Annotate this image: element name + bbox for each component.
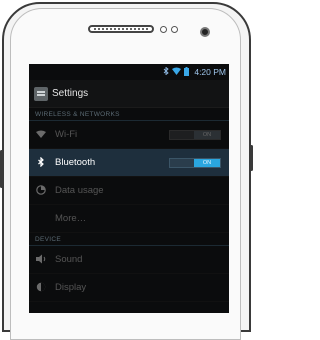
brightness-icon <box>35 282 47 294</box>
settings-item-label: Display <box>55 282 87 293</box>
page-title: Settings <box>52 88 89 99</box>
volume-button[interactable] <box>0 150 3 188</box>
pie-icon <box>35 184 47 197</box>
bluetooth-icon <box>35 156 47 169</box>
power-button[interactable] <box>250 145 253 171</box>
settings-item-sound[interactable]: Sound <box>29 246 229 274</box>
wifi-toggle[interactable]: ON <box>169 130 221 140</box>
settings-item-label: Bluetooth <box>55 157 96 168</box>
bluetooth-icon <box>163 66 170 77</box>
section-header-wireless: WIRELESS & NETWORKS <box>29 108 229 121</box>
status-time: 4:20 PM <box>194 67 226 77</box>
settings-item-label: Sound <box>55 254 83 265</box>
settings-item-bluetooth[interactable]: Bluetooth ON <box>29 149 229 177</box>
phone-screen: 4:20 PM Settings WIRELESS & NETWORKS Wi-… <box>29 64 229 313</box>
action-bar: Settings <box>29 80 229 108</box>
proximity-sensor <box>160 26 167 33</box>
earpiece-speaker <box>88 25 154 33</box>
wifi-icon <box>172 67 182 77</box>
settings-item-wifi[interactable]: Wi-Fi ON <box>29 121 229 149</box>
section-header-device: DEVICE <box>29 233 229 246</box>
battery-icon <box>184 66 190 78</box>
settings-item-display[interactable]: Display <box>29 274 229 302</box>
speaker-icon <box>35 254 47 266</box>
bluetooth-toggle[interactable]: ON <box>169 158 221 168</box>
toggle-state: ON <box>194 131 220 139</box>
settings-item-label: Data usage <box>55 185 104 196</box>
status-bar: 4:20 PM <box>29 64 229 80</box>
front-camera <box>200 27 210 37</box>
settings-item-data-usage[interactable]: Data usage <box>29 177 229 205</box>
toggle-state: ON <box>194 159 220 167</box>
settings-item-label: More… <box>55 213 87 224</box>
settings-item-label: Wi-Fi <box>55 129 78 140</box>
settings-icon[interactable] <box>34 86 48 101</box>
wifi-icon <box>35 130 47 140</box>
light-sensor <box>171 26 178 33</box>
settings-item-more[interactable]: More… <box>29 205 229 233</box>
